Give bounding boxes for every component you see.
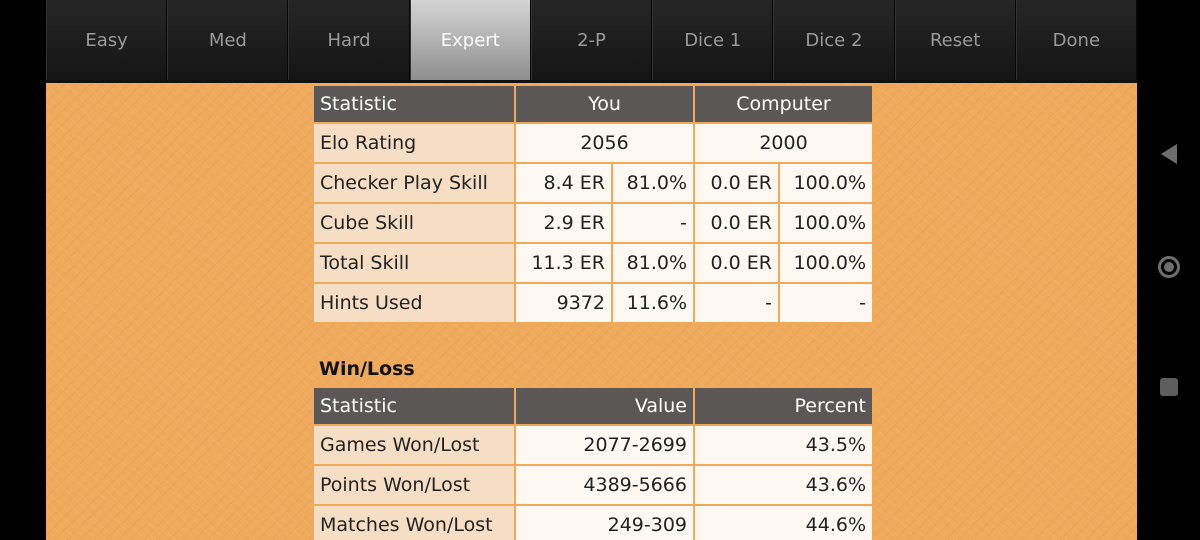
row-label: Hints Used — [314, 284, 514, 322]
home-icon[interactable] — [1157, 256, 1180, 278]
table-row: Hints Used 9372 11.6% - - — [314, 284, 873, 322]
done-button[interactable]: Done — [1015, 0, 1137, 80]
table-row: Total Skill 11.3 ER 81.0% 0.0 ER 100.0% — [314, 244, 873, 282]
header-statistic: Statistic — [314, 86, 514, 122]
winloss-heading: Win/Loss — [319, 358, 415, 380]
table-row: Games Won/Lost 2077-2699 43.5% — [314, 426, 872, 464]
tab-dice-2[interactable]: Dice 2 — [773, 0, 895, 80]
cell-value: 44.6% — [695, 506, 872, 540]
reset-button[interactable]: Reset — [894, 0, 1016, 80]
table-row: Cube Skill 2.9 ER - 0.0 ER 100.0% — [314, 204, 873, 242]
header-you: You — [516, 86, 693, 122]
winloss-table-header: Statistic Value Percent — [314, 388, 872, 424]
winloss-table: Statistic Value Percent Games Won/Lost 2… — [312, 386, 874, 540]
table-row: Checker Play Skill 8.4 ER 81.0% 0.0 ER 1… — [314, 164, 873, 202]
header-computer: Computer — [695, 86, 873, 122]
tab-easy[interactable]: Easy — [46, 0, 168, 80]
table-row: Points Won/Lost 4389-5666 43.6% — [314, 466, 872, 504]
cell-value: 2077-2699 — [516, 426, 693, 464]
cell-value: 100.0% — [780, 204, 873, 242]
tab-dice-1[interactable]: Dice 1 — [652, 0, 774, 80]
cell-value: 43.5% — [695, 426, 872, 464]
cell-value: 8.4 ER — [516, 164, 611, 202]
cell-value: 2.9 ER — [516, 204, 611, 242]
recent-apps-icon[interactable] — [1159, 378, 1178, 396]
tab-2p[interactable]: 2-P — [530, 0, 653, 80]
cell-value: 4389-5666 — [516, 466, 693, 504]
difficulty-tab-bar: Easy Med Hard Expert 2-P Dice 1 Dice 2 R… — [46, 0, 1137, 83]
row-label: Cube Skill — [314, 204, 514, 242]
cell-value: 11.6% — [613, 284, 693, 322]
header-percent: Percent — [695, 388, 872, 424]
row-label: Matches Won/Lost — [314, 506, 514, 540]
cell-value: 249-309 — [516, 506, 693, 540]
back-icon[interactable] — [1160, 144, 1177, 164]
cell-value: 43.6% — [695, 466, 872, 504]
app-window: Easy Med Hard Expert 2-P Dice 1 Dice 2 R… — [46, 0, 1137, 540]
cell-value: 81.0% — [613, 244, 693, 282]
row-label: Total Skill — [314, 244, 514, 282]
row-label: Points Won/Lost — [314, 466, 514, 504]
cell-value: 0.0 ER — [695, 164, 778, 202]
cell-value: 9372 — [516, 284, 611, 322]
skill-table: Statistic You Computer Elo Rating 2056 2… — [312, 84, 875, 324]
tab-expert[interactable]: Expert — [409, 0, 531, 80]
cell-value: 11.3 ER — [516, 244, 611, 282]
skill-table-header: Statistic You Computer — [314, 86, 873, 122]
cell-value: 81.0% — [613, 164, 693, 202]
system-nav-bar — [1137, 0, 1200, 540]
cell-value: 100.0% — [780, 164, 873, 202]
cell-value: - — [780, 284, 873, 322]
stats-content: Statistic You Computer Elo Rating 2056 2… — [312, 84, 875, 540]
row-label: Games Won/Lost — [314, 426, 514, 464]
header-statistic: Statistic — [314, 388, 514, 424]
cell-value: - — [613, 204, 693, 242]
cell-value: - — [695, 284, 778, 322]
header-value: Value — [516, 388, 693, 424]
table-row: Matches Won/Lost 249-309 44.6% — [314, 506, 872, 540]
elo-you: 2056 — [516, 124, 693, 162]
elo-computer: 2000 — [695, 124, 873, 162]
row-label: Elo Rating — [314, 124, 514, 162]
table-row: Elo Rating 2056 2000 — [314, 124, 873, 162]
cell-value: 0.0 ER — [695, 204, 778, 242]
row-label: Checker Play Skill — [314, 164, 514, 202]
cell-value: 100.0% — [780, 244, 873, 282]
cell-value: 0.0 ER — [695, 244, 778, 282]
tab-med[interactable]: Med — [167, 0, 289, 80]
tab-hard[interactable]: Hard — [288, 0, 410, 80]
